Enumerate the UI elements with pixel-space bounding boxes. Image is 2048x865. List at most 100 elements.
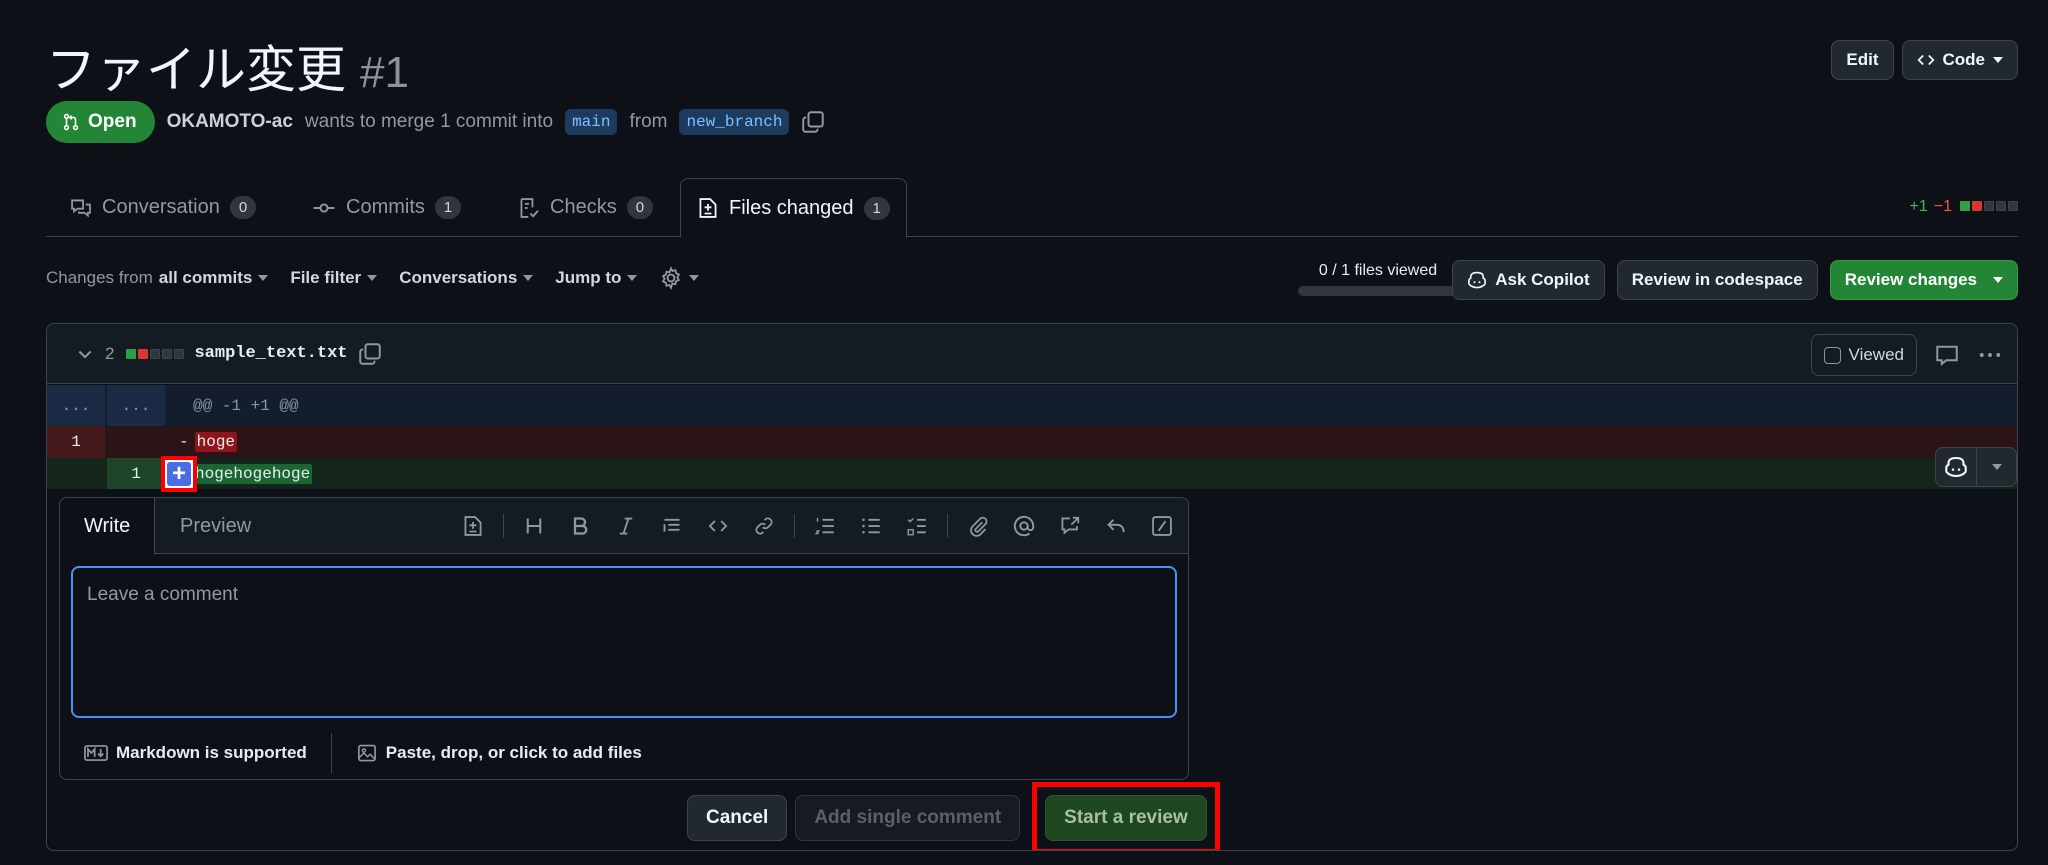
hunk-header-row: ... ... @@ -1 +1 @@: [47, 385, 2017, 426]
hunk-header: @@ -1 +1 @@: [193, 396, 299, 415]
additions-count: +1: [1909, 198, 1928, 215]
edit-button[interactable]: Edit: [1831, 40, 1894, 80]
deleted-line: 1 - hoge: [47, 426, 2017, 458]
slash-commands-icon[interactable]: [1146, 510, 1178, 542]
code-icon: [1916, 54, 1935, 66]
header-actions: Edit Code: [1831, 40, 2018, 80]
start-review-highlight: Start a review: [1032, 782, 1220, 850]
chevron-down-icon: [367, 275, 378, 281]
expand-down-button[interactable]: ...: [107, 385, 165, 426]
italic-icon[interactable]: [610, 510, 642, 542]
copy-icon[interactable]: [801, 110, 825, 134]
tab-count: 0: [626, 196, 654, 219]
pr-title-row: ファイル変更 #1: [46, 30, 409, 102]
code-icon[interactable]: [702, 510, 734, 542]
chevron-down-icon[interactable]: [75, 344, 95, 364]
link-icon[interactable]: [748, 510, 780, 542]
copy-icon[interactable]: [358, 342, 382, 366]
chevron-down-icon: [689, 275, 700, 281]
cross-reference-icon[interactable]: [1054, 510, 1086, 542]
line-number[interactable]: 1: [107, 458, 165, 489]
tab-preview[interactable]: Preview: [156, 498, 275, 555]
base-branch[interactable]: main: [565, 109, 618, 135]
file-change-count: 2: [105, 343, 115, 363]
start-review-button[interactable]: Start a review: [1045, 795, 1207, 841]
commit-icon: [313, 202, 335, 213]
ask-copilot-button[interactable]: Ask Copilot: [1452, 260, 1605, 300]
image-icon: [357, 744, 376, 762]
copilot-icon: [1468, 271, 1487, 289]
copilot-line-actions: [1935, 447, 2017, 487]
comment-textarea[interactable]: Leave a comment: [71, 566, 1177, 718]
viewed-checkbox[interactable]: Viewed: [1810, 334, 1917, 376]
pr-meta: Open OKAMOTO-ac wants to merge 1 commit …: [46, 101, 825, 143]
markdown-toolbar: [457, 510, 1178, 542]
kebab-menu-icon[interactable]: [1977, 343, 2003, 367]
plus-icon: +: [167, 460, 191, 487]
attach-files-button[interactable]: Paste, drop, or click to add files: [332, 743, 666, 763]
markdown-icon: [84, 745, 108, 761]
file-diff-icon: [699, 198, 717, 218]
diffstat-bar: [1958, 198, 2018, 216]
review-in-codespace-button[interactable]: Review in codespace: [1616, 260, 1818, 300]
add-line-comment-button[interactable]: +: [161, 456, 197, 492]
pull-request-icon: [63, 113, 79, 131]
chevron-down-icon: [1993, 57, 2003, 63]
tab-commits[interactable]: Commits 1: [296, 178, 477, 237]
tab-count: 1: [863, 196, 890, 220]
unordered-list-icon[interactable]: [855, 510, 887, 542]
task-list-icon[interactable]: [901, 510, 933, 542]
merge-text: wants to merge 1 commit into: [304, 111, 554, 132]
conversations-dropdown[interactable]: Conversations: [399, 268, 534, 288]
file-filter-dropdown[interactable]: File filter: [290, 268, 378, 288]
gear-icon: [662, 266, 681, 290]
mention-icon[interactable]: [1008, 510, 1040, 542]
tab-checks[interactable]: Checks 0: [502, 178, 669, 237]
author-link[interactable]: OKAMOTO-ac: [167, 111, 293, 133]
tab-files-changed[interactable]: Files changed 1: [680, 178, 907, 238]
comment-icon[interactable]: [1935, 343, 1959, 367]
comment-editor: Write Preview Leave a comment Markdown i…: [59, 497, 1189, 780]
reply-icon[interactable]: [1100, 510, 1132, 542]
tab-write[interactable]: Write: [60, 498, 156, 555]
changes-from-dropdown[interactable]: Changes from all commits: [46, 268, 269, 288]
cancel-button[interactable]: Cancel: [687, 795, 788, 841]
paperclip-icon[interactable]: [962, 510, 994, 542]
file-header-actions: Viewed: [1810, 334, 2003, 376]
chevron-down-icon: [627, 275, 638, 281]
copilot-icon: [1945, 456, 1967, 478]
deleted-text: hoge: [194, 432, 238, 452]
status-badge: Open: [46, 101, 155, 143]
quote-icon[interactable]: [656, 510, 688, 542]
markdown-link[interactable]: Markdown is supported: [60, 743, 331, 763]
files-viewed-progress: 0 / 1 files viewed: [1298, 262, 1458, 296]
expand-up-button[interactable]: ...: [47, 385, 105, 426]
code-button[interactable]: Code: [1901, 40, 2018, 80]
comment-discussion-icon: [71, 199, 91, 217]
head-branch[interactable]: new_branch: [679, 109, 790, 135]
editor-tabs: Write Preview: [60, 498, 1188, 555]
jump-to-dropdown[interactable]: Jump to: [555, 268, 638, 288]
review-changes-button[interactable]: Review changes: [1829, 260, 2018, 300]
tab-conversation[interactable]: Conversation 0: [54, 178, 272, 237]
copilot-button[interactable]: [1935, 447, 1977, 487]
settings-dropdown[interactable]: [659, 266, 700, 290]
template-icon[interactable]: [457, 510, 489, 542]
diffstat: +1 −1: [1909, 198, 2018, 216]
line-number[interactable]: 1: [47, 426, 105, 458]
file-name[interactable]: sample_text.txt: [194, 344, 347, 363]
add-single-comment-button[interactable]: Add single comment: [795, 795, 1021, 841]
files-viewed-bar: [1298, 286, 1458, 296]
checkbox: [1823, 346, 1841, 364]
ordered-list-icon[interactable]: [809, 510, 841, 542]
heading-icon[interactable]: [518, 510, 550, 542]
file-diffstat-bar: [124, 344, 185, 364]
checklist-icon: [520, 197, 539, 218]
pr-title: ファイル変更: [46, 42, 346, 98]
chevron-down-icon: [523, 275, 534, 281]
file-header: 2 sample_text.txt Viewed: [47, 324, 2017, 384]
bold-icon[interactable]: [564, 510, 596, 542]
copilot-dropdown[interactable]: [1977, 447, 2017, 487]
from-text: from: [629, 111, 668, 132]
file-diff: 2 sample_text.txt Viewed ... ... @@ -1 +…: [46, 323, 2018, 851]
